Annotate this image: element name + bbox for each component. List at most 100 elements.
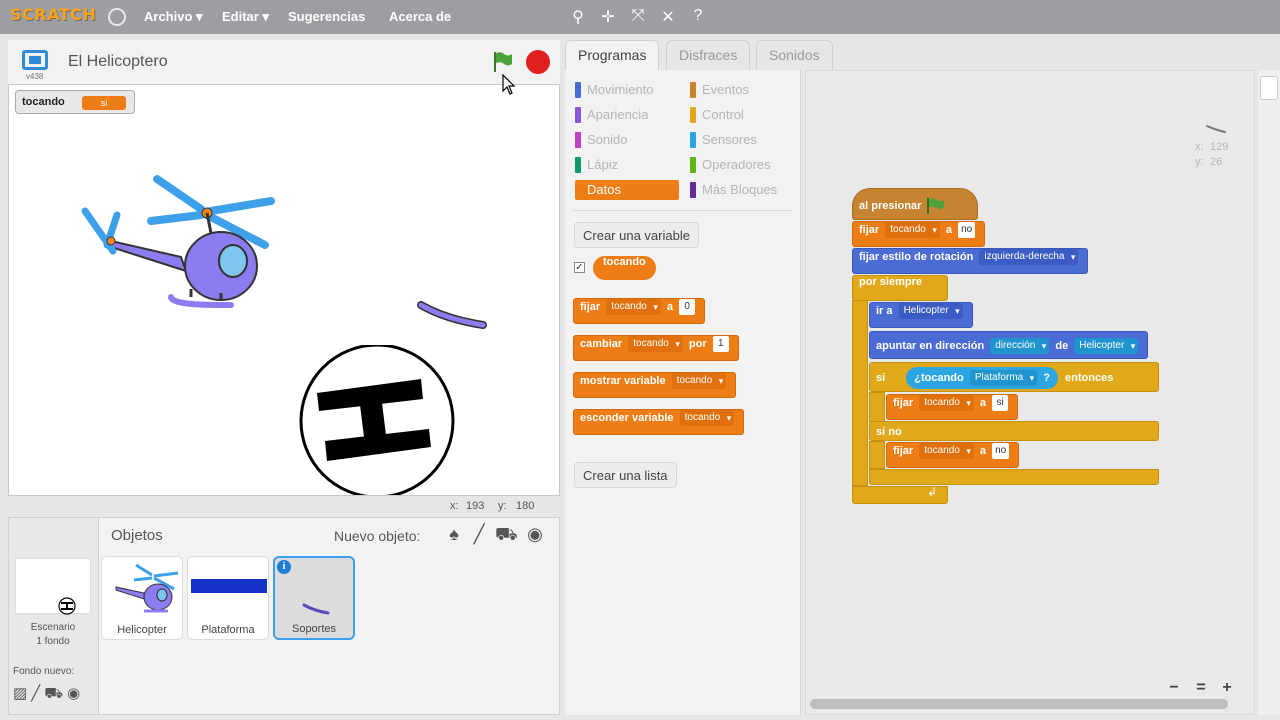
value-input[interactable]: no (958, 222, 976, 238)
category-motion[interactable]: Movimiento (575, 80, 653, 100)
version-label: v438 (26, 72, 44, 81)
palette-change-variable-block[interactable]: cambiar tocando por 1 (573, 335, 739, 361)
project-title[interactable]: El Helicoptero (68, 53, 168, 71)
if-else-block[interactable]: si ¿tocando Plataforma ? entonces (869, 362, 1159, 392)
forever-block[interactable]: por siempre (852, 275, 948, 301)
point-in-direction-block[interactable]: apuntar en dirección dirección de Helico… (869, 331, 1149, 359)
stage-column: Escenario 1 fondo Fondo nuevo: ▨╱⛟◉ (9, 518, 99, 714)
zoom-in-icon[interactable]: + (1216, 679, 1238, 697)
rotation-style-dropdown[interactable]: izquierda-derecha (979, 249, 1079, 265)
language-globe-icon[interactable] (108, 8, 126, 26)
upload-sprite-icon[interactable]: ⛟ (495, 524, 518, 548)
menu-about[interactable]: Acerca de (389, 9, 451, 24)
helicopter-sprite[interactable] (71, 171, 281, 311)
palette-show-variable-block[interactable]: mostrar variable tocando (573, 372, 737, 398)
set-rotation-style-block[interactable]: fijar estilo de rotación izquierda-derec… (852, 248, 1089, 274)
category-operators[interactable]: Operadores (690, 155, 771, 175)
variable-dropdown[interactable]: tocando (606, 299, 661, 315)
mouse-x-label: x: (450, 500, 459, 512)
value-input[interactable]: no (992, 443, 1010, 459)
scratch-logo[interactable]: SCRATCH (10, 5, 96, 24)
backdrop-count: 1 fondo (36, 636, 70, 647)
help-icon[interactable]: ? (688, 7, 708, 25)
variable-dropdown[interactable]: tocando (919, 395, 974, 411)
tab-scripts[interactable]: Programas (565, 40, 660, 70)
create-variable-button[interactable]: Crear una variable (574, 222, 699, 248)
block-palette: Movimiento Apariencia Sonido Lápiz Datos… (565, 70, 801, 715)
menu-edit[interactable]: Editar ▾ (222, 9, 269, 25)
cut-icon[interactable]: ✛ (598, 7, 618, 27)
create-list-button[interactable]: Crear una lista (574, 462, 677, 488)
set-variable-block[interactable]: fijar tocando a no (886, 442, 1020, 468)
sprite-tile-soportes[interactable]: i Soportes (273, 556, 355, 640)
tab-sounds[interactable]: Sonidos (756, 40, 833, 70)
camera-sprite-icon[interactable]: ◉ (524, 524, 546, 545)
set-variable-block[interactable]: fijar tocando a si (886, 394, 1019, 420)
category-sensing[interactable]: Sensores (690, 130, 757, 150)
palette-set-variable-block[interactable]: fijar tocando a 0 (573, 298, 706, 324)
palette-hide-variable-block[interactable]: esconder variable tocando (573, 409, 745, 435)
variable-dropdown[interactable]: tocando (679, 410, 735, 426)
soportes-sprite[interactable] (415, 297, 491, 333)
go-to-block[interactable]: ir a Helicopter (869, 302, 973, 328)
sprite-tile-plataforma[interactable]: Plataforma (187, 556, 269, 640)
value-input[interactable]: 1 (712, 336, 729, 352)
duplicate-stamp-icon[interactable]: ⚲ (568, 7, 588, 27)
variable-dropdown[interactable]: tocando (628, 336, 683, 352)
paint-sprite-icon[interactable]: ╱ (468, 524, 490, 545)
vertical-scrollbar[interactable] (1258, 70, 1280, 715)
choose-sprite-icon[interactable]: ♠ (443, 524, 465, 545)
horizontal-scrollbar[interactable] (810, 699, 1228, 709)
grow-icon[interactable]: ⤧ (628, 7, 648, 25)
attribute-dropdown[interactable]: dirección (990, 338, 1050, 355)
category-more-blocks[interactable]: Más Bloques (690, 180, 777, 200)
category-pen[interactable]: Lápiz (575, 155, 618, 175)
variable-dropdown[interactable]: tocando (919, 443, 974, 459)
value-input[interactable]: si (992, 395, 1009, 411)
go-to-target-dropdown[interactable]: Helicopter (898, 303, 963, 319)
fullscreen-icon[interactable] (22, 50, 48, 70)
sprite-name: Plataforma (201, 624, 255, 636)
stop-button[interactable] (526, 50, 550, 74)
touching-sensing-block[interactable]: ¿tocando Plataforma ? (906, 367, 1058, 389)
sprites-panel: Escenario 1 fondo Fondo nuevo: ▨╱⛟◉ Obje… (8, 517, 560, 715)
stage-canvas[interactable]: tocando si (8, 84, 560, 496)
forever-block-footer: ↲ (852, 485, 948, 504)
green-flag-icon[interactable] (490, 50, 514, 74)
variable-dropdown[interactable]: tocando (671, 373, 727, 389)
variable-dropdown[interactable]: tocando (885, 222, 940, 238)
menu-file[interactable]: Archivo ▾ (144, 9, 203, 25)
zoom-out-icon[interactable]: − (1163, 679, 1185, 697)
value-input[interactable]: 0 (679, 299, 696, 315)
sprite-y-value: 26 (1210, 156, 1223, 168)
sprite-name: Helicopter (117, 624, 167, 636)
menu-tips[interactable]: Sugerencias (288, 9, 365, 24)
variable-reporter-block[interactable]: tocando (593, 256, 656, 280)
sprite-tile-helicopter[interactable]: Helicopter (101, 556, 183, 640)
variable-monitor-name: tocando (22, 96, 65, 108)
plataforma-thumbnail (191, 579, 267, 593)
category-data[interactable]: Datos (575, 180, 679, 200)
mouse-x-value: 193 (466, 500, 485, 512)
object-dropdown[interactable]: Helicopter (1074, 338, 1139, 355)
category-events[interactable]: Eventos (690, 80, 749, 100)
category-sound[interactable]: Sonido (575, 130, 627, 150)
shrink-icon[interactable]: ✕ (658, 7, 678, 27)
else-label-bar: si no (869, 421, 1159, 441)
when-flag-clicked-block[interactable]: al presionar (852, 188, 978, 220)
menu-bar: SCRATCH Archivo ▾ Editar ▾ Sugerencias A… (0, 0, 1280, 34)
stage-thumbnail[interactable] (15, 558, 91, 615)
zoom-reset-icon[interactable]: = (1190, 679, 1212, 697)
category-looks[interactable]: Apariencia (575, 105, 648, 125)
scroll-up-arrow[interactable] (1260, 76, 1278, 100)
touching-object-dropdown[interactable]: Plataforma (969, 370, 1038, 387)
plataforma-sprite[interactable] (295, 345, 459, 496)
set-variable-block[interactable]: fijar tocando a no (852, 221, 986, 247)
variable-monitor[interactable]: tocando si (15, 90, 135, 114)
variable-checkbox[interactable]: ✓ (574, 262, 585, 273)
new-backdrop-icons[interactable]: ▨╱⛟◉ (13, 684, 84, 704)
if-else-footer (869, 469, 1159, 485)
info-icon[interactable]: i (277, 560, 291, 574)
category-control[interactable]: Control (690, 105, 744, 125)
tab-costumes[interactable]: Disfraces (666, 40, 751, 70)
